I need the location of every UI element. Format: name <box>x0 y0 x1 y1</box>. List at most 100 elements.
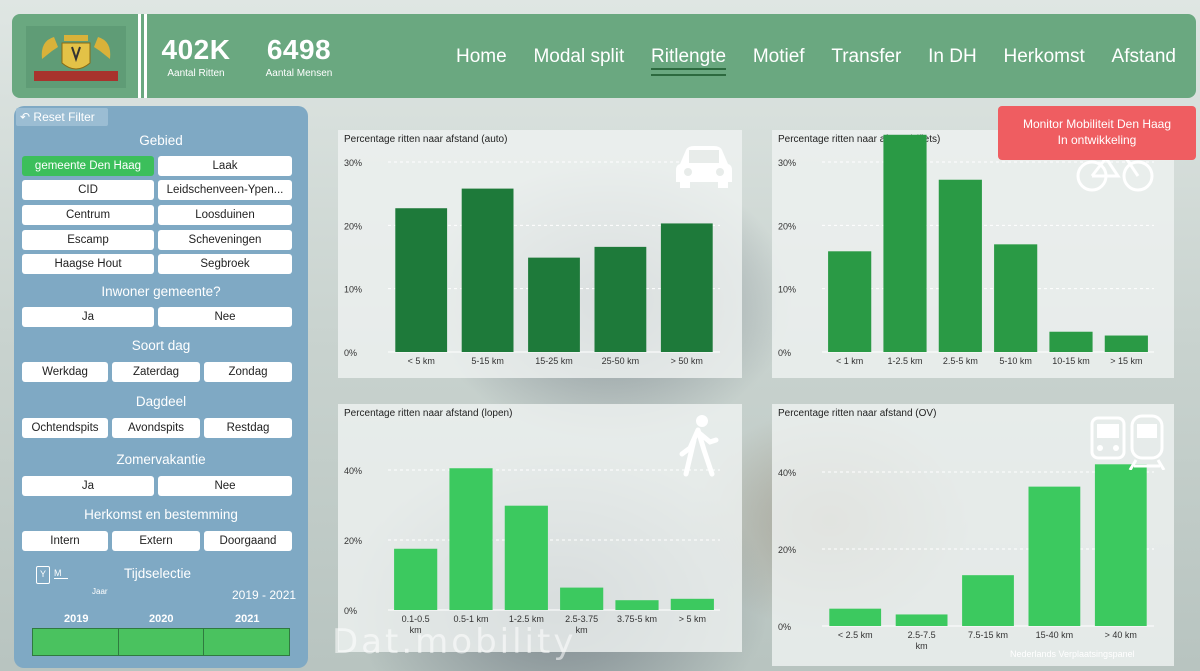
x-tick-label: 7.5-15 km <box>968 630 1008 640</box>
car-icon <box>676 146 732 188</box>
section-title-gebied: Gebied <box>139 133 183 148</box>
filter-gebied-scheveningen[interactable]: Scheveningen <box>158 230 292 250</box>
bar[interactable] <box>449 468 493 610</box>
section-title-zomervakantie: Zomervakantie <box>116 452 206 467</box>
section-title-inwoner: Inwoner gemeente? <box>101 284 221 299</box>
filter-dagdeel-restdag[interactable]: Restdag <box>204 418 292 438</box>
status-banner-line2: In ontwikkeling <box>1057 133 1137 147</box>
year-label-2019: 2019 <box>64 613 89 625</box>
bar[interactable] <box>828 251 872 352</box>
y-tick-label: 40% <box>778 468 796 478</box>
filter-soortdag-zondag[interactable]: Zondag <box>204 362 292 382</box>
filter-herkomst-doorgaand[interactable]: Doorgaand <box>204 531 292 551</box>
filter-gebied-leidschenveen[interactable]: Leidschenveen-Ypen... <box>158 180 292 200</box>
filter-gebied-escamp[interactable]: Escamp <box>22 230 154 250</box>
y-tick-label: 0% <box>778 622 791 632</box>
bar[interactable] <box>394 548 438 610</box>
kpi-value: 402K <box>161 34 231 65</box>
coat-of-arms-logo <box>26 26 126 88</box>
bar[interactable] <box>660 223 713 352</box>
x-tick-label: 1-2.5 km <box>887 356 922 366</box>
x-tick-label: > 5 km <box>679 614 706 624</box>
nav-modal-split[interactable]: Modal split <box>533 46 624 68</box>
x-tick-label: 5-15 km <box>471 356 504 366</box>
y-tick-label: 20% <box>344 536 362 546</box>
bar[interactable] <box>528 257 580 352</box>
bar[interactable] <box>395 208 448 352</box>
tijdselectie-unit: Jaar <box>92 587 108 596</box>
filter-gebied-cid[interactable]: CID <box>22 180 154 200</box>
year-timeline-slicer[interactable] <box>32 628 290 656</box>
y-tick-label: 30% <box>344 158 362 168</box>
nav-herkomst[interactable]: Herkomst <box>1003 46 1084 68</box>
filter-gebied-loosduinen[interactable]: Loosduinen <box>158 205 292 225</box>
status-banner: Monitor Mobiliteit Den Haag In ontwikkel… <box>998 106 1196 160</box>
x-tick-label: km <box>576 625 588 635</box>
bar[interactable] <box>1028 486 1081 626</box>
x-tick-label: km <box>916 641 928 651</box>
nav-in-dh[interactable]: In DH <box>928 46 977 68</box>
bar[interactable] <box>594 246 647 352</box>
timeline-segment-2020[interactable] <box>119 629 205 655</box>
filter-gebied-segbroek[interactable]: Segbroek <box>158 254 292 274</box>
kpi-label: Aantal Ritten <box>167 68 225 79</box>
x-tick-label: 3.75-5 km <box>617 614 657 624</box>
bar[interactable] <box>560 587 604 610</box>
filter-gebied-haagse-hout[interactable]: Haagse Hout <box>22 254 154 274</box>
y-tick-label: 20% <box>344 221 362 231</box>
nav-ritlengte[interactable]: Ritlengte <box>651 46 727 76</box>
bar[interactable] <box>938 179 982 352</box>
filter-zomer-ja[interactable]: Ja <box>22 476 154 496</box>
filter-dagdeel-ochtendspits[interactable]: Ochtendspits <box>22 418 108 438</box>
filter-inwoner-nee[interactable]: Nee <box>158 307 292 327</box>
y-tick-label: 40% <box>344 466 362 476</box>
x-tick-label: > 40 km <box>1105 630 1137 640</box>
month-label-icon: M <box>54 568 68 579</box>
y-tick-label: 10% <box>344 285 362 295</box>
dat-mobility-watermark: Dat.mobility <box>332 622 577 662</box>
y-tick-label: 30% <box>778 158 796 168</box>
bar[interactable] <box>615 600 659 610</box>
nav-transfer[interactable]: Transfer <box>831 46 901 68</box>
section-title-dagdeel: Dagdeel <box>135 394 187 409</box>
filter-dagdeel-avondspits[interactable]: Avondspits <box>112 418 200 438</box>
filter-gebied-laak[interactable]: Laak <box>158 156 292 176</box>
filter-herkomst-extern[interactable]: Extern <box>112 531 200 551</box>
filter-gebied-gemeente-den-haag[interactable]: gemeente Den Haag <box>22 156 154 176</box>
timeline-segment-2019[interactable] <box>33 629 119 655</box>
x-tick-label: 2.5-7.5 <box>908 630 936 640</box>
walking-person-icon <box>679 415 719 477</box>
filter-inwoner-ja[interactable]: Ja <box>22 307 154 327</box>
filter-soortdag-zaterdag[interactable]: Zaterdag <box>112 362 200 382</box>
bar[interactable] <box>504 505 548 610</box>
bar[interactable] <box>883 134 927 352</box>
nav-home[interactable]: Home <box>456 46 507 68</box>
nav-afstand[interactable]: Afstand <box>1112 46 1176 68</box>
bar[interactable] <box>994 244 1038 352</box>
x-tick-label: 15-40 km <box>1036 630 1074 640</box>
bar[interactable] <box>829 608 882 626</box>
bar[interactable] <box>1094 464 1147 626</box>
reset-filter-label: Reset Filter <box>33 110 95 124</box>
bar[interactable] <box>1104 335 1148 352</box>
filter-soortdag-werkdag[interactable]: Werkdag <box>22 362 108 382</box>
filter-zomer-nee[interactable]: Nee <box>158 476 292 496</box>
main-nav: Home Modal split Ritlengte Motief Transf… <box>456 46 1176 76</box>
header-divider <box>144 14 147 98</box>
bar[interactable] <box>670 598 714 610</box>
y-tick-label: 10% <box>778 285 796 295</box>
back-arrow-icon: ↶ <box>20 110 31 124</box>
filter-gebied-centrum[interactable]: Centrum <box>22 205 154 225</box>
calendar-y-m-icon[interactable]: Y M <box>36 566 78 588</box>
timeline-segment-2021[interactable] <box>204 629 289 655</box>
kpi-label: Aantal Mensen <box>265 68 333 79</box>
nav-motief[interactable]: Motief <box>753 46 805 68</box>
filter-herkomst-intern[interactable]: Intern <box>22 531 108 551</box>
y-tick-label: 20% <box>778 545 796 555</box>
bar[interactable] <box>962 575 1014 626</box>
bar[interactable] <box>895 614 948 626</box>
y-tick-label: 0% <box>344 348 357 358</box>
bar[interactable] <box>461 188 514 352</box>
bar[interactable] <box>1049 331 1093 352</box>
reset-filter-button[interactable]: ↶ Reset Filter <box>16 108 108 126</box>
